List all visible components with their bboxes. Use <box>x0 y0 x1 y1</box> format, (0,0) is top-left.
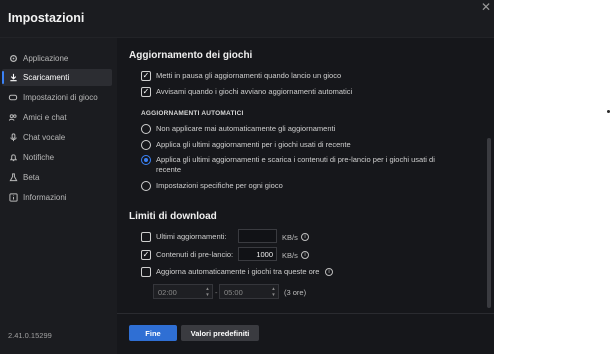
radio-icon[interactable] <box>141 181 151 191</box>
updates-heading: Aggiornamento dei giochi <box>129 50 253 61</box>
info-icon <box>8 193 18 203</box>
friends-icon <box>8 113 18 123</box>
checkbox-icon[interactable] <box>141 267 151 277</box>
schedule-updates-option[interactable]: Aggiorna automaticamente i giochi tra qu… <box>141 267 319 277</box>
notify-updates-option[interactable]: ✓ Avvisami quando i giochi avviano aggio… <box>141 87 352 97</box>
info-icon[interactable]: i <box>301 251 309 259</box>
time-stepper-icon[interactable]: ▲ ▼ <box>270 286 277 298</box>
radio-icon[interactable] <box>141 124 151 134</box>
scrollbar[interactable] <box>487 138 491 308</box>
option-label: Aggiorna automaticamente i giochi tra qu… <box>156 267 320 276</box>
option-label: Metti in pausa gli aggiornamenti quando … <box>156 71 342 80</box>
latest-updates-limit[interactable]: Ultimi aggiornamenti: <box>141 232 226 242</box>
radio-icon[interactable] <box>141 140 151 150</box>
pause-updates-option[interactable]: ✓ Metti in pausa gli aggiornamenti quand… <box>141 71 341 81</box>
sidebar-item-label: Notifiche <box>23 153 55 162</box>
option-label: Applica gli ultimi aggiornamenti per i g… <box>156 140 351 149</box>
sidebar-item-beta[interactable]: Beta <box>2 169 112 186</box>
time-stepper-icon[interactable]: ▲ ▼ <box>204 286 211 298</box>
settings-content: Aggiornamento dei giochi ✓ Metti in paus… <box>117 38 494 308</box>
time-value: 05:00 <box>224 288 243 297</box>
checkbox-icon[interactable] <box>141 232 151 242</box>
background-area <box>494 0 610 354</box>
sidebar-item-label: Impostazioni di gioco <box>23 93 98 102</box>
time-start-input[interactable]: 02:00 ▲ ▼ <box>153 284 213 299</box>
radio-option-never[interactable]: Non applicare mai automaticamente gli ag… <box>141 124 335 134</box>
done-button[interactable]: Fine <box>129 325 177 341</box>
time-separator: - <box>215 288 218 297</box>
sidebar-item-scaricamenti[interactable]: Scaricamenti <box>2 69 112 86</box>
download-icon <box>8 73 18 83</box>
close-icon[interactable]: ✕ <box>481 0 491 14</box>
sidebar-item-notifiche[interactable]: Notifiche <box>2 149 112 166</box>
gamepad-icon <box>8 93 18 103</box>
sidebar: Applicazione Scaricamenti Impostazioni d… <box>0 38 117 354</box>
unit-label: KB/s <box>282 251 298 260</box>
sidebar-item-applicazione[interactable]: Applicazione <box>2 50 112 67</box>
defaults-button[interactable]: Valori predefiniti <box>181 325 259 341</box>
info-icon[interactable]: i <box>301 233 309 241</box>
gear-icon <box>8 54 18 64</box>
checkbox-checked-icon[interactable]: ✓ <box>141 250 151 260</box>
sidebar-item-label: Amici e chat <box>23 113 67 122</box>
title-bar: Impostazioni ✕ <box>0 0 494 38</box>
microphone-icon <box>8 133 18 143</box>
latest-updates-input[interactable] <box>238 229 277 243</box>
sidebar-item-label: Informazioni <box>23 193 67 202</box>
settings-window: Impostazioni ✕ Applicazione Scaricamenti… <box>0 0 494 354</box>
download-limits-heading: Limiti di download <box>129 211 217 222</box>
auto-updates-heading: AGGIORNAMENTI AUTOMATICI <box>141 110 244 117</box>
sidebar-item-label: Applicazione <box>23 54 69 63</box>
option-label: Applica gli ultimi aggiornamenti e scari… <box>156 155 435 174</box>
sidebar-item-label: Scaricamenti <box>23 73 70 82</box>
option-label: Contenuti di pre-lancio: <box>156 250 234 259</box>
bell-icon <box>8 153 18 163</box>
radio-option-recent-prelaunch[interactable]: Applica gli ultimi aggiornamenti e scari… <box>141 155 451 175</box>
prelaunch-input[interactable]: 1000 <box>238 247 277 261</box>
sidebar-item-label: Chat vocale <box>23 133 66 142</box>
info-icon[interactable]: i <box>325 268 333 276</box>
duration-label: (3 ore) <box>284 288 307 297</box>
flask-icon <box>8 173 18 183</box>
radio-option-recent[interactable]: Applica gli ultimi aggiornamenti per i g… <box>141 140 351 150</box>
version-label: 2.41.0.15299 <box>8 331 52 340</box>
checkbox-checked-icon[interactable]: ✓ <box>141 87 151 97</box>
option-label: Avvisami quando i giochi avviano aggiorn… <box>156 87 353 96</box>
time-end-input[interactable]: 05:00 ▲ ▼ <box>219 284 279 299</box>
window-title: Impostazioni <box>8 11 85 25</box>
sidebar-item-informazioni[interactable]: Informazioni <box>2 189 112 206</box>
sidebar-item-impostazioni-di-gioco[interactable]: Impostazioni di gioco <box>2 89 112 106</box>
option-label: Impostazioni specifiche per ogni gioco <box>156 181 283 190</box>
unit-label: KB/s <box>282 233 298 242</box>
footer-divider <box>117 313 494 314</box>
sidebar-item-label: Beta <box>23 173 40 182</box>
sidebar-item-chat-vocale[interactable]: Chat vocale <box>2 129 112 146</box>
option-label: Non applicare mai automaticamente gli ag… <box>156 124 336 133</box>
checkbox-checked-icon[interactable]: ✓ <box>141 71 151 81</box>
radio-option-per-game[interactable]: Impostazioni specifiche per ogni gioco <box>141 181 283 191</box>
time-value: 02:00 <box>158 288 177 297</box>
prelaunch-limit[interactable]: ✓ Contenuti di pre-lancio: <box>141 250 233 260</box>
radio-selected-icon[interactable] <box>141 155 151 165</box>
sidebar-item-amici-e-chat[interactable]: Amici e chat <box>2 109 112 126</box>
option-label: Ultimi aggiornamenti: <box>156 232 227 241</box>
